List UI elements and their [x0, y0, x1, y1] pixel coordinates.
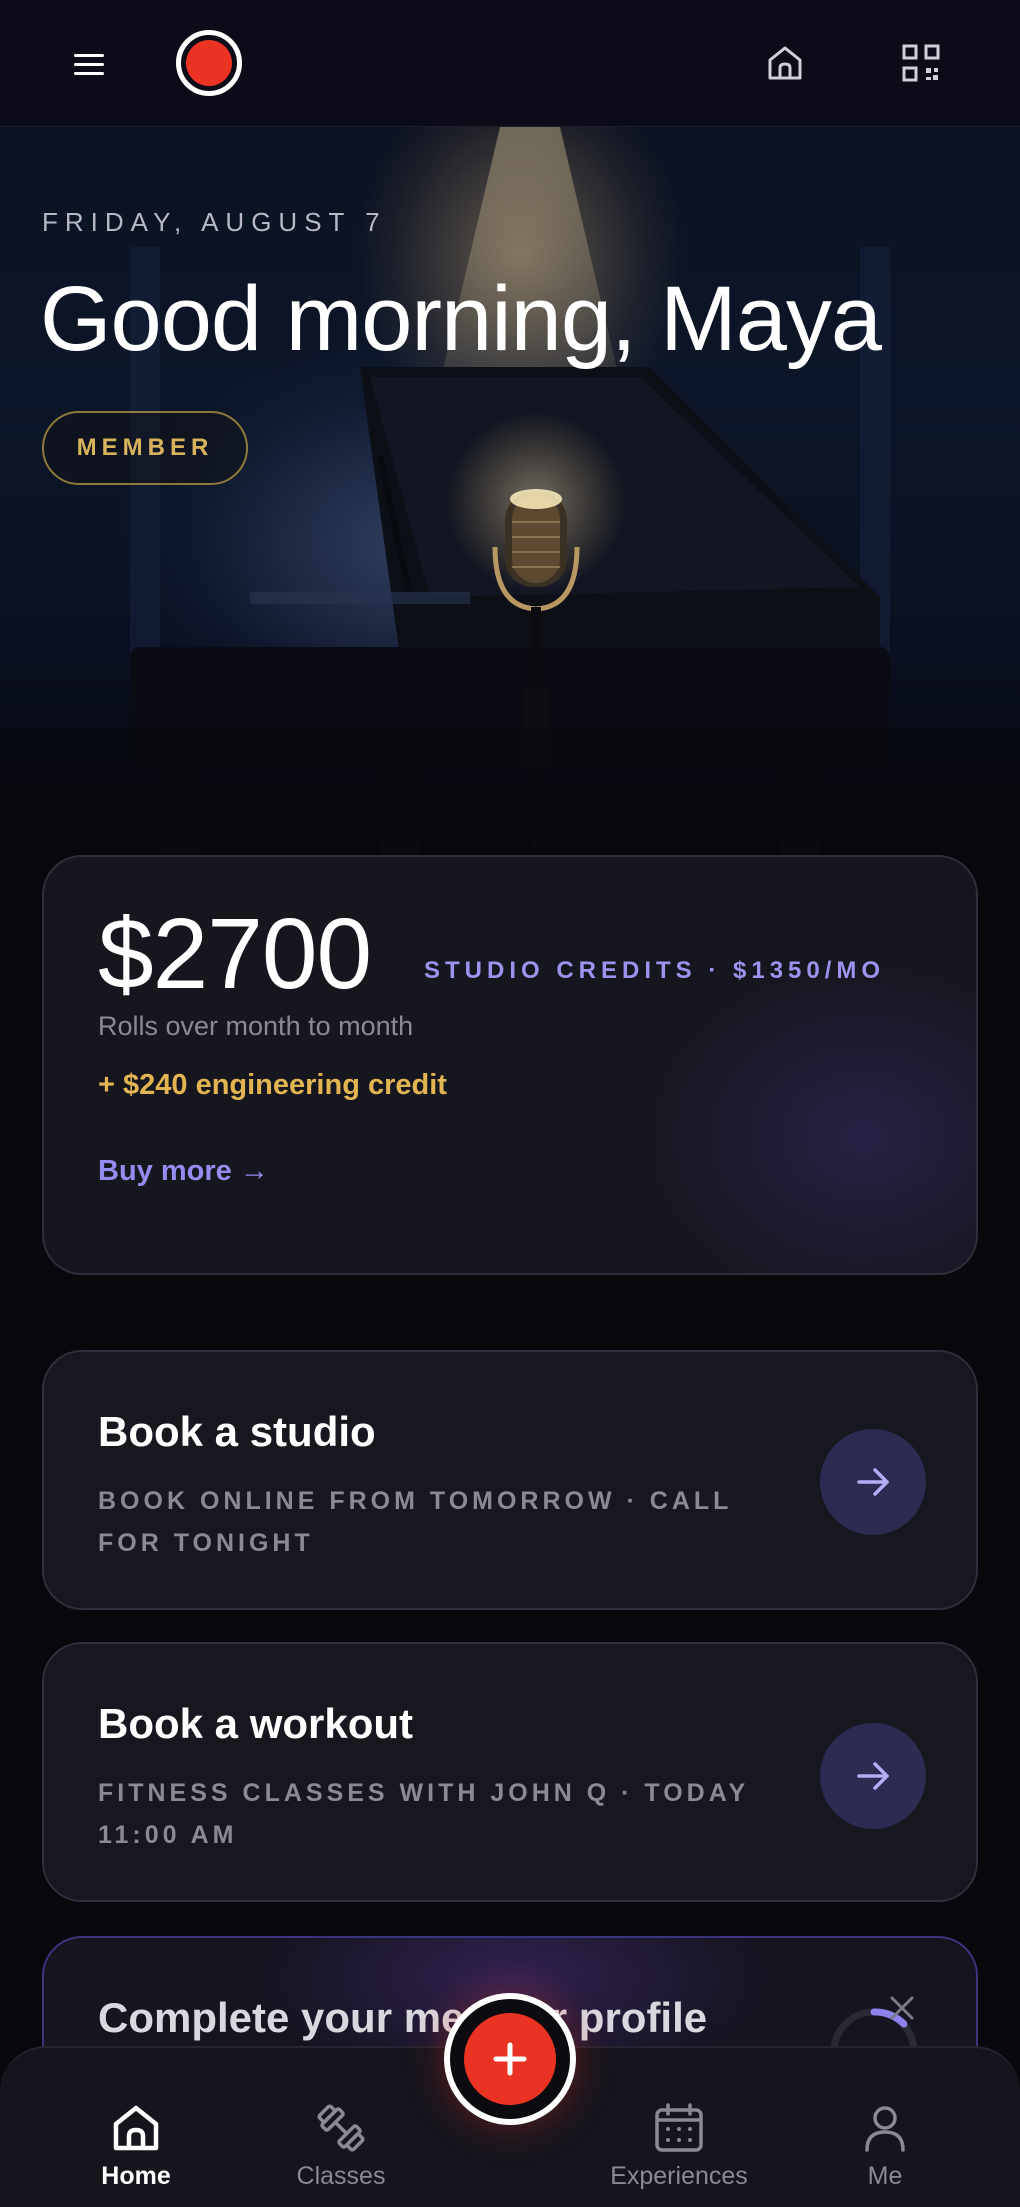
book-studio-arrow-button[interactable] [820, 1429, 926, 1535]
person-icon [865, 2106, 905, 2152]
credits-amount: $2700 [98, 898, 372, 1010]
member-badge: MEMBER [42, 411, 248, 485]
close-icon[interactable] [884, 1990, 920, 2026]
qr-code-icon[interactable] [898, 40, 944, 86]
nav-label-me: Me [867, 2162, 903, 2190]
book-workout-arrow-button[interactable] [820, 1723, 926, 1829]
nav-tab-home[interactable]: Home [51, 2048, 221, 2207]
book-studio-card[interactable]: Book a studio BOOK ONLINE FROM TOMORROW … [42, 1350, 978, 1610]
add-fab-button[interactable] [444, 1993, 576, 2125]
engineering-credit-text: + $240 engineering credit [98, 1069, 447, 1101]
book-workout-card[interactable]: Book a workout FITNESS CLASSES WITH JOHN… [42, 1642, 978, 1902]
nav-label-classes: Classes [296, 2162, 386, 2190]
book-studio-subtitle: BOOK ONLINE FROM TOMORROW · CALL FOR TON… [98, 1487, 732, 1557]
nav-tab-classes[interactable]: Classes [256, 2048, 426, 2207]
home-screen: FRIDAY, AUGUST 7 Good morning, Maya MEMB… [0, 0, 1020, 2207]
home-icon[interactable] [762, 40, 808, 86]
home-icon [113, 2105, 159, 2151]
arrow-right-icon [857, 1762, 889, 1790]
dumbbell-icon [317, 2104, 365, 2152]
book-studio-title: Book a studio [98, 1408, 376, 1455]
nav-tab-experiences[interactable]: Experiences [594, 2048, 764, 2207]
record-icon [186, 40, 232, 86]
piano-microphone-image [0, 127, 1020, 867]
record-button[interactable] [176, 30, 242, 96]
book-workout-subtitle: FITNESS CLASSES WITH JOHN Q · TODAY 11:0… [98, 1779, 749, 1849]
arrow-right-icon [857, 1468, 889, 1496]
top-app-bar [0, 0, 1020, 127]
plus-icon [464, 2013, 556, 2105]
nav-tab-me[interactable]: Me [800, 2048, 970, 2207]
credits-rollover-text: Rolls over month to month [98, 1011, 414, 1041]
greeting-title: Good morning, Maya [40, 268, 882, 370]
studio-credits-card: $2700 STUDIO CREDITS · $1350/MO Rolls ov… [42, 855, 978, 1275]
date-label: FRIDAY, AUGUST 7 [42, 207, 387, 237]
nav-label-experiences: Experiences [610, 2162, 748, 2190]
book-workout-title: Book a workout [98, 1700, 414, 1747]
credits-label: STUDIO CREDITS · $1350/MO [424, 957, 886, 984]
buy-more-link[interactable]: Buy more → [98, 1155, 269, 1188]
nav-label-home: Home [101, 2162, 171, 2190]
hamburger-menu-icon[interactable] [66, 44, 112, 84]
complete-profile-title: Complete your member profile [98, 1994, 708, 2041]
hero-banner: FRIDAY, AUGUST 7 Good morning, Maya MEMB… [0, 127, 1020, 867]
calendar-icon [655, 2103, 703, 2152]
